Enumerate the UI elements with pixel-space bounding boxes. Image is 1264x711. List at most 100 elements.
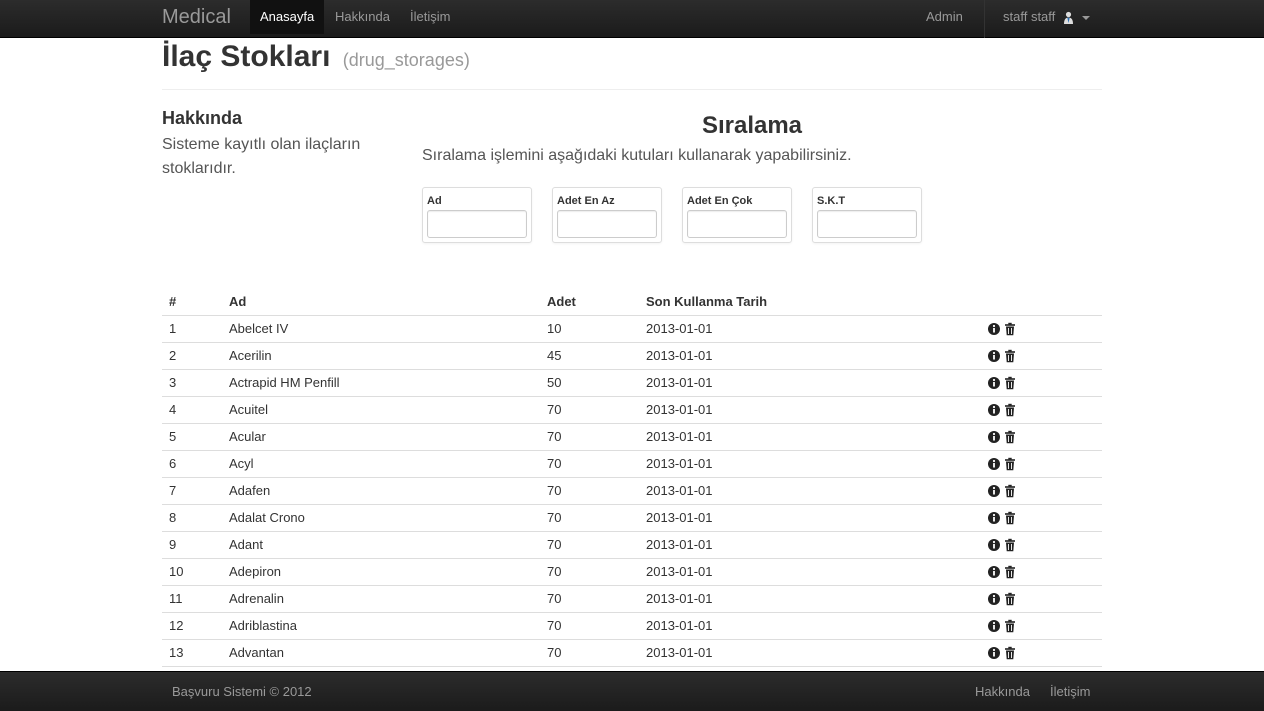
info-icon[interactable] [987, 619, 1001, 633]
info-icon[interactable] [987, 403, 1001, 417]
cell-id: 2 [162, 342, 222, 370]
page-subtitle: (drug_storages) [342, 50, 470, 70]
cell-id: 6 [162, 450, 222, 478]
cell-name: Abelcet IV [222, 315, 540, 343]
trash-icon[interactable] [1003, 511, 1017, 525]
footer-link-about[interactable]: Hakkında [975, 684, 1030, 699]
drug-storage-table: # Ad Adet Son Kullanma Tarih 1 Abelcet IV… [162, 288, 1102, 694]
trash-icon[interactable] [1003, 592, 1017, 606]
cell-expiry: 2013-01-01 [639, 477, 980, 505]
cell-quantity: 70 [540, 558, 639, 586]
cell-name: Actrapid HM Penfill [222, 369, 540, 397]
table-row: 1 Abelcet IV 10 2013-01-01 [162, 315, 1102, 343]
trash-icon[interactable] [1003, 538, 1017, 552]
cell-name: Adrenalin [222, 585, 540, 613]
nav-link-contact[interactable]: İletişim [400, 0, 460, 34]
column-header-actions [980, 288, 1102, 316]
table-row: 3 Actrapid HM Penfill 50 2013-01-01 [162, 369, 1102, 397]
row-actions [980, 396, 1102, 424]
info-icon[interactable] [987, 484, 1001, 498]
info-icon[interactable] [987, 511, 1001, 525]
cell-expiry: 2013-01-01 [639, 369, 980, 397]
footer-copyright: Başvuru Sistemi © 2012 [172, 684, 312, 699]
info-icon[interactable] [987, 322, 1001, 336]
chevron-down-icon [1081, 15, 1090, 20]
nav-link-about[interactable]: Hakkında [325, 0, 400, 34]
nav-link-admin[interactable]: Admin [916, 0, 973, 34]
info-icon[interactable] [987, 538, 1001, 552]
trash-icon[interactable] [1003, 349, 1017, 363]
info-icon[interactable] [987, 349, 1001, 363]
sort-description: Sıralama işlemini aşağıdaki kutuları kul… [422, 147, 852, 164]
trash-icon[interactable] [1003, 619, 1017, 633]
filter-input-min-qty[interactable] [557, 210, 657, 238]
about-text: Sisteme kayıtlı olan ilaçların stoklarıd… [162, 136, 361, 177]
info-icon[interactable] [987, 457, 1001, 471]
filter-input-max-qty[interactable] [687, 210, 787, 238]
user-icon [1063, 11, 1073, 25]
table-row: 6 Acyl 70 2013-01-01 [162, 450, 1102, 478]
cell-quantity: 70 [540, 396, 639, 424]
cell-expiry: 2013-01-01 [639, 612, 980, 640]
filter-box-min-qty: Adet En Az [552, 187, 662, 243]
cell-id: 8 [162, 504, 222, 532]
row-actions [980, 450, 1102, 478]
table-row: 8 Adalat Crono 70 2013-01-01 [162, 504, 1102, 532]
cell-quantity: 70 [540, 612, 639, 640]
filter-label-name: Ad [427, 195, 442, 207]
column-header-quantity: Adet [540, 288, 639, 316]
trash-icon[interactable] [1003, 457, 1017, 471]
cell-id: 5 [162, 423, 222, 451]
row-actions [980, 558, 1102, 586]
table-row: 7 Adafen 70 2013-01-01 [162, 477, 1102, 505]
cell-name: Acuitel [222, 396, 540, 424]
title-divider [162, 89, 1102, 90]
row-actions [980, 477, 1102, 505]
trash-icon[interactable] [1003, 322, 1017, 336]
cell-expiry: 2013-01-01 [639, 423, 980, 451]
trash-icon[interactable] [1003, 403, 1017, 417]
cell-quantity: 70 [540, 531, 639, 559]
cell-id: 3 [162, 369, 222, 397]
cell-expiry: 2013-01-01 [639, 585, 980, 613]
nav-divider [984, 0, 985, 38]
page-title: İlaç Stokları (drug_storages) [162, 40, 470, 74]
footer-link-contact[interactable]: İletişim [1050, 684, 1090, 699]
filter-input-name[interactable] [427, 210, 527, 238]
cell-name: Acerilin [222, 342, 540, 370]
trash-icon[interactable] [1003, 646, 1017, 660]
info-icon[interactable] [987, 565, 1001, 579]
user-name: staff staff [1003, 9, 1056, 24]
trash-icon[interactable] [1003, 430, 1017, 444]
row-actions [980, 639, 1102, 667]
table-row: 4 Acuitel 70 2013-01-01 [162, 396, 1102, 424]
cell-id: 12 [162, 612, 222, 640]
filter-label-min-qty: Adet En Az [557, 195, 615, 207]
trash-icon[interactable] [1003, 484, 1017, 498]
cell-name: Adriblastina [222, 612, 540, 640]
cell-quantity: 45 [540, 342, 639, 370]
table-row: 13 Advantan 70 2013-01-01 [162, 639, 1102, 667]
table-row: 9 Adant 70 2013-01-01 [162, 531, 1102, 559]
table-row: 5 Acular 70 2013-01-01 [162, 423, 1102, 451]
info-icon[interactable] [987, 376, 1001, 390]
filter-box-max-qty: Adet En Çok [682, 187, 792, 243]
cell-expiry: 2013-01-01 [639, 531, 980, 559]
brand-logo[interactable]: Medical [162, 6, 231, 29]
info-icon[interactable] [987, 592, 1001, 606]
column-header-name: Ad [222, 288, 540, 316]
trash-icon[interactable] [1003, 565, 1017, 579]
nav-link-home[interactable]: Anasayfa [250, 0, 325, 34]
filter-box-expiry: S.K.T [812, 187, 922, 243]
info-icon[interactable] [987, 430, 1001, 444]
table-header-row: # Ad Adet Son Kullanma Tarih [162, 288, 1102, 316]
cell-quantity: 70 [540, 450, 639, 478]
trash-icon[interactable] [1003, 376, 1017, 390]
info-icon[interactable] [987, 646, 1001, 660]
filter-input-expiry[interactable] [817, 210, 917, 238]
cell-quantity: 10 [540, 315, 639, 343]
filter-box-name: Ad [422, 187, 532, 243]
user-menu-dropdown[interactable]: staff staff [993, 0, 1100, 34]
cell-id: 4 [162, 396, 222, 424]
cell-quantity: 70 [540, 423, 639, 451]
